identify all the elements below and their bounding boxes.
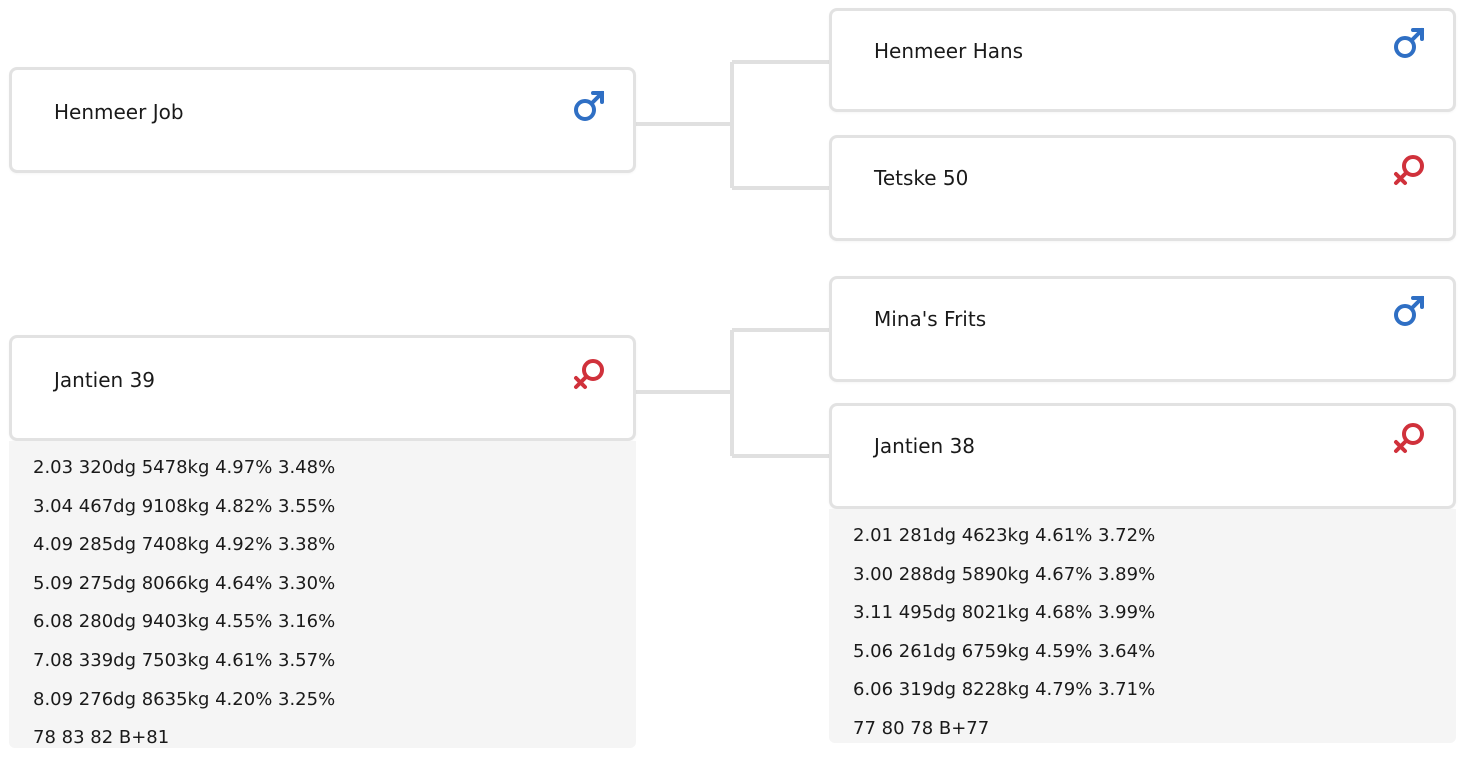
female-icon bbox=[1394, 155, 1424, 185]
animal-card-dam-dam[interactable]: Jantien 38 bbox=[829, 403, 1456, 509]
stats-line: 3.11 495dg 8021kg 4.68% 3.99% bbox=[853, 602, 1156, 624]
animal-card-sire-sire[interactable]: Henmeer Hans bbox=[829, 8, 1456, 112]
stats-line: 3.00 288dg 5890kg 4.67% 3.89% bbox=[853, 563, 1156, 585]
male-icon bbox=[574, 91, 604, 121]
animal-card-dam-sire[interactable]: Mina's Frits bbox=[829, 276, 1456, 382]
connector-sire bbox=[634, 60, 831, 190]
production-stats-dam-dam: 2.01 281dg 4623kg 4.61% 3.72% 3.00 288dg… bbox=[829, 509, 1456, 743]
stats-line: 77 80 78 B+77 bbox=[853, 717, 990, 739]
production-stats-dam: 2.03 320dg 5478kg 4.97% 3.48% 3.04 467dg… bbox=[9, 441, 636, 748]
stats-line: 2.01 281dg 4623kg 4.61% 3.72% bbox=[853, 525, 1156, 546]
stats-line: 7.08 339dg 7503kg 4.61% 3.57% bbox=[33, 649, 336, 671]
stats-line: 78 83 82 B+81 bbox=[33, 727, 170, 749]
animal-name: Tetske 50 bbox=[874, 166, 969, 190]
stats-line: 5.09 275dg 8066kg 4.64% 3.30% bbox=[33, 572, 336, 594]
female-icon bbox=[574, 359, 604, 389]
male-icon bbox=[1394, 296, 1424, 326]
female-icon bbox=[1394, 423, 1424, 453]
animal-name: Mina's Frits bbox=[874, 307, 987, 331]
stats-line: 2.03 320dg 5478kg 4.97% 3.48% bbox=[33, 457, 336, 478]
animal-name: Jantien 38 bbox=[874, 434, 976, 458]
stats-line: 4.09 285dg 7408kg 4.92% 3.38% bbox=[33, 534, 336, 556]
animal-card-sire-dam[interactable]: Tetske 50 bbox=[829, 135, 1456, 241]
stats-line: 3.04 467dg 9108kg 4.82% 3.55% bbox=[33, 495, 336, 517]
stats-line: 6.06 319dg 8228kg 4.79% 3.71% bbox=[853, 679, 1156, 701]
animal-card-dam[interactable]: Jantien 39 bbox=[9, 335, 636, 441]
stats-line: 8.09 276dg 8635kg 4.20% 3.25% bbox=[33, 688, 336, 710]
stats-line: 5.06 261dg 6759kg 4.59% 3.64% bbox=[853, 640, 1156, 662]
animal-name: Henmeer Hans bbox=[874, 39, 1024, 63]
animal-name: Jantien 39 bbox=[54, 368, 156, 392]
animal-card-sire[interactable]: Henmeer Job bbox=[9, 67, 636, 173]
stats-line: 6.08 280dg 9403kg 4.55% 3.16% bbox=[33, 611, 336, 633]
animal-name: Henmeer Job bbox=[54, 100, 184, 124]
connector-dam bbox=[634, 328, 831, 458]
male-icon bbox=[1394, 28, 1424, 58]
